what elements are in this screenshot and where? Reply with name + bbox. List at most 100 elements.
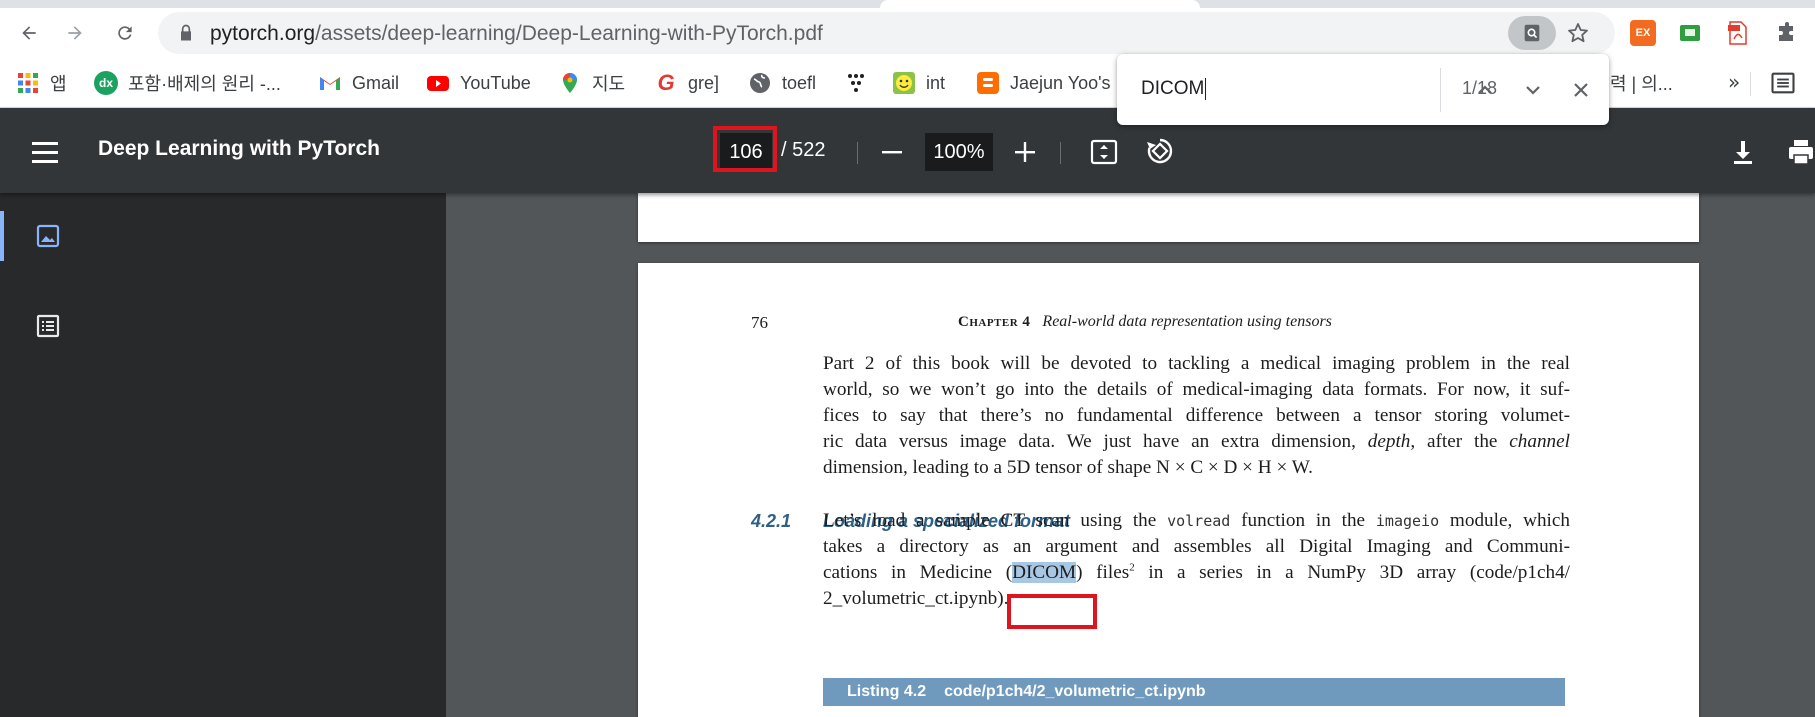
bookmark-label: toefl [782, 72, 817, 93]
search-match-highlight: DICOM [1012, 562, 1077, 583]
bookmarks-overflow-button[interactable]: » [1728, 70, 1740, 94]
text-run: Let’s load a sample CT scan using the [823, 510, 1168, 531]
url-text[interactable]: pytorch.org/assets/deep-learning/Deep-Le… [210, 22, 823, 46]
bookmark-gmail[interactable]: Gmail [318, 68, 399, 98]
code-volread: volread [1167, 512, 1231, 530]
maps-pin-icon [563, 73, 577, 93]
url-path: /assets/deep-learning/Deep-Learning-with… [315, 22, 823, 45]
chapter-title: Real-world data representation using ten… [1042, 313, 1332, 330]
text-caret [1205, 78, 1207, 100]
bookmark-star-button[interactable] [1563, 18, 1593, 48]
bookmark-gre[interactable]: G gre] [654, 68, 719, 98]
ex-extension-icon[interactable]: EX [1630, 20, 1656, 46]
pdf-extension-icon[interactable] [1725, 20, 1751, 46]
bookmark-int[interactable]: int [892, 68, 945, 98]
text-line: cations in Medicine (DICOM) files2 in a … [823, 560, 1570, 586]
text-run: in a series in a NumPy 3D array (code/p1… [1134, 562, 1570, 583]
listing-path: code/p1ch4/2_volumetric_ct.ipynb [944, 683, 1206, 700]
bookmark-jaejun-yoo[interactable]: Jaejun Yoo's [976, 68, 1111, 98]
forward-button[interactable] [56, 14, 94, 52]
find-next-button[interactable] [1517, 74, 1549, 106]
thumbnails-icon[interactable] [35, 223, 61, 249]
document-outline-icon[interactable] [35, 313, 61, 339]
download-icon[interactable] [1728, 137, 1758, 167]
chevron-down-icon [1526, 86, 1540, 95]
find-close-button[interactable] [1565, 74, 1597, 106]
smiley-icon [893, 72, 915, 94]
url-host: pytorch.org [210, 22, 316, 45]
text-line: takes a directory as an argument and ass… [823, 536, 1570, 557]
zoom-in-icon[interactable] [1011, 138, 1039, 166]
reload-button[interactable] [106, 14, 144, 52]
bookmark-maps[interactable]: 지도 [558, 68, 625, 98]
gre-icon: G [657, 70, 675, 95]
bookmark-label: 지도 [592, 74, 626, 94]
menu-icon[interactable] [30, 140, 64, 164]
youtube-icon [427, 76, 449, 91]
listing-header: Listing 4.2 code/p1ch4/2_volumetric_ct.i… [823, 678, 1565, 706]
find-previous-button[interactable] [1469, 74, 1501, 106]
green-extension-icon[interactable] [1677, 20, 1703, 46]
active-tab[interactable] [880, 0, 1200, 8]
bookmark-label: gre] [688, 72, 720, 93]
find-input[interactable]: DICOM [1141, 72, 1381, 106]
emphasis-depth: depth [1367, 431, 1411, 452]
bookmark-toefl[interactable]: toefl [748, 68, 816, 98]
reading-list-icon[interactable] [1769, 69, 1797, 97]
emphasis-channel: channel [1509, 431, 1570, 452]
listing-label: Listing 4.2 [847, 683, 927, 700]
text-line: fices to say that there’s no fundamental… [823, 405, 1570, 426]
zoom-out-icon[interactable] [878, 138, 906, 166]
page-folio: 76 [751, 313, 768, 332]
dots-icon [848, 74, 864, 92]
bookmark-label: 력 | 의... [1610, 74, 1673, 94]
text-run: , after the [1410, 431, 1510, 452]
section-number: 4.2.1 [751, 511, 792, 531]
extensions-button[interactable] [1774, 20, 1800, 46]
find-bar: DICOM 1/18 [1117, 54, 1609, 125]
address-bar[interactable]: pytorch.org/assets/deep-learning/Deep-Le… [158, 12, 1615, 54]
text-run: function in the [1230, 510, 1376, 531]
bookmark-inclusion-exclusion[interactable]: dx 포함·배제의 원리 -... [94, 68, 281, 98]
page-total: / 522 [781, 139, 826, 161]
zoom-level-input[interactable]: 100% [925, 133, 993, 171]
bookmark-green-icon: dx [94, 71, 118, 95]
chevron-up-icon [1478, 85, 1492, 94]
rotate-icon[interactable] [1144, 135, 1176, 167]
bookmark-label: int [926, 72, 946, 93]
text-run: ric data versus image data. We just have… [823, 431, 1368, 452]
fit-to-page-icon[interactable] [1089, 137, 1119, 167]
paragraph-loading: Let’s load a sample CT scan using the vo… [823, 508, 1570, 612]
gmail-icon [320, 77, 340, 90]
active-indicator [0, 211, 4, 261]
previous-page [638, 193, 1699, 242]
pdf-page: 76 Chapter 4 Real-world data representati… [638, 263, 1699, 717]
running-header: Chapter 4 Real-world data representation … [958, 313, 1332, 331]
paragraph-intro: Part 2 of this book will be devoted to t… [823, 351, 1570, 481]
bookmark-hidden-tail[interactable]: 력 | 의... [1610, 68, 1673, 98]
bookmark-label: 앱 [50, 74, 67, 94]
bookmark-apps[interactable]: 앱 [16, 68, 67, 98]
pdf-canvas[interactable]: 76 Chapter 4 Real-world data representati… [446, 193, 1815, 717]
reload-icon [118, 26, 132, 40]
text-line: ric data versus image data. We just have… [823, 429, 1570, 455]
pdf-file-icon [1728, 21, 1747, 45]
bookmark-dots[interactable] [844, 68, 868, 98]
find-in-page-indicator[interactable] [1508, 16, 1556, 50]
lock-icon [181, 24, 191, 41]
arrow-right-icon [68, 26, 82, 40]
page-number-input[interactable]: 106 [720, 133, 772, 171]
back-button[interactable] [10, 14, 48, 52]
code-imageio: imageio [1375, 512, 1440, 530]
close-icon [1574, 83, 1588, 97]
globe-icon [750, 73, 770, 93]
bookmark-label: YouTube [460, 72, 531, 93]
find-query: DICOM [1141, 78, 1205, 99]
bookmark-label: Jaejun Yoo's [1010, 72, 1111, 93]
browser-toolbar: pytorch.org/assets/deep-learning/Deep-Le… [0, 8, 1815, 58]
text-run: module, which [1439, 510, 1570, 531]
bookmark-youtube[interactable]: YouTube [426, 68, 531, 98]
print-icon[interactable] [1786, 137, 1815, 167]
text-line: Part 2 of this book will be devoted to t… [823, 353, 1570, 374]
text-line: Let’s load a sample CT scan using the vo… [823, 508, 1570, 534]
